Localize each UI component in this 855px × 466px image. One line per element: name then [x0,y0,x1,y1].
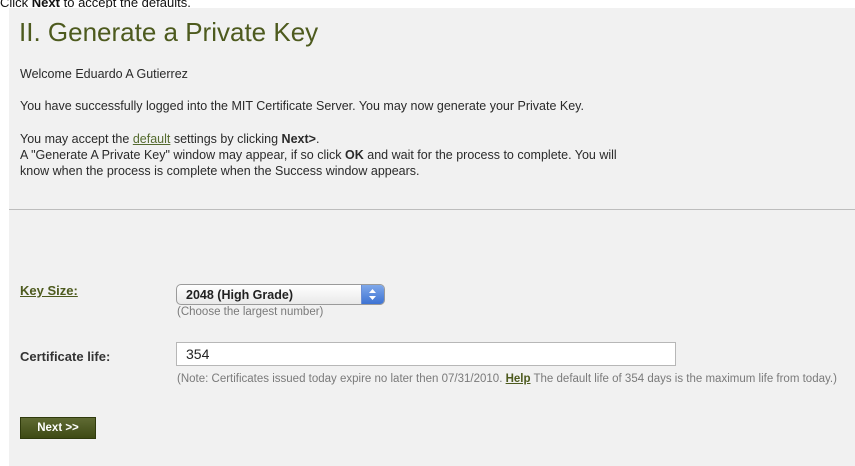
accept-defaults-text: You may accept the default settings by c… [20,131,319,147]
page-title: II. Generate a Private Key [19,17,319,47]
select-arrows-icon [361,285,384,304]
note-text-b: The default life of 354 days is the maxi… [533,373,837,385]
default-link[interactable]: default [133,132,171,146]
logged-in-text: You have successfully logged into the MI… [20,99,584,113]
key-size-hint: (Choose the largest number) [177,306,324,318]
cert-life-label: Certificate life: [20,349,111,364]
key-size-label: Key Size: [20,283,78,298]
window-line-b: and wait for the process to complete. Yo… [367,148,617,162]
window-ok: OK [345,148,364,162]
key-size-value: 2048 (High Grade) [186,288,293,302]
cert-life-note: (Note: Certificates issued today expire … [177,372,855,387]
content-panel: II. Generate a Private Key Welcome Eduar… [9,8,855,466]
accept-next: Next> [281,132,316,146]
window-line-a: A "Generate A Private Key" window may ap… [20,148,342,162]
help-link[interactable]: Help [506,373,531,385]
accept-mid: settings by clicking [173,132,279,146]
window-text-cont: know when the process is complete when t… [20,164,420,178]
next-button[interactable]: Next >> [20,417,96,439]
welcome-text: Welcome Eduardo A Gutierrez [20,67,188,81]
cert-life-input[interactable] [176,342,676,366]
accept-end: . [315,132,320,146]
accept-prefix: You may accept the [20,132,130,146]
note-text-a: (Note: Certificates issued today expire … [177,373,503,385]
window-text: A "Generate A Private Key" window may ap… [20,147,617,163]
section-divider [9,209,855,210]
key-size-select[interactable]: 2048 (High Grade) [176,284,385,305]
